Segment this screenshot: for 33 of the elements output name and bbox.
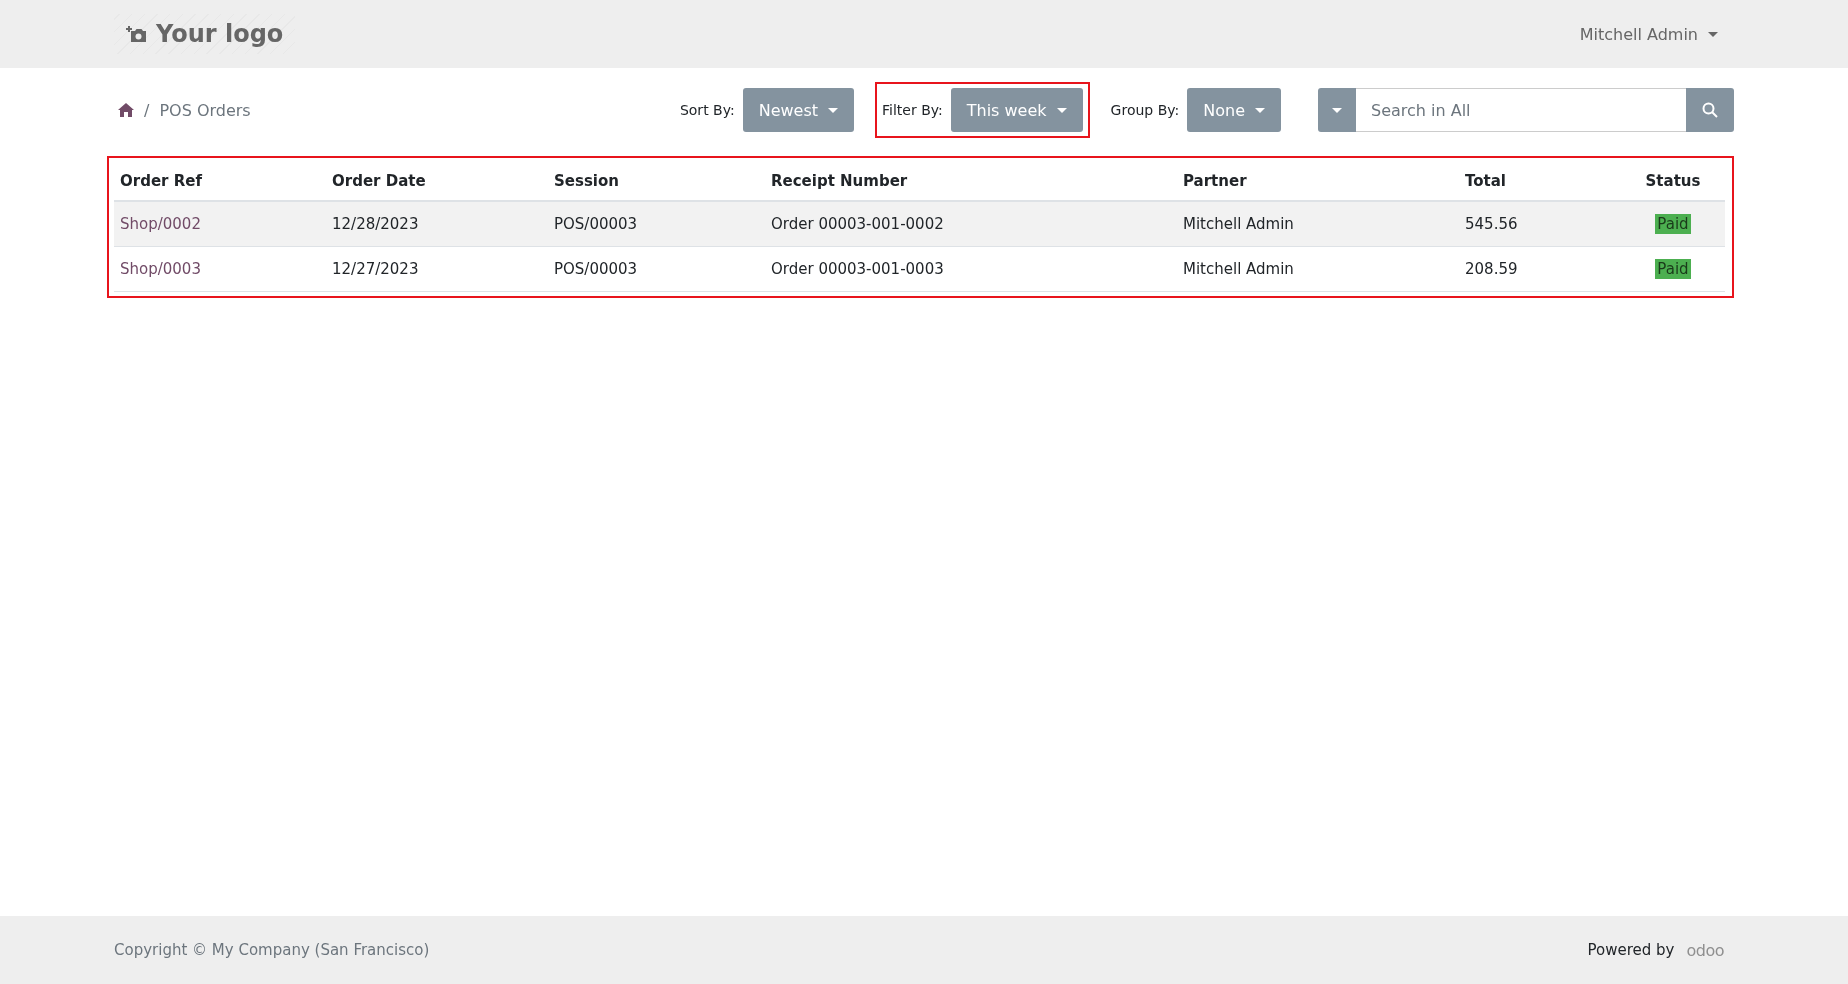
breadcrumb-separator: / <box>144 100 150 120</box>
search-field[interactable]: Search in All <box>1356 88 1686 132</box>
home-icon[interactable] <box>118 103 134 117</box>
logo-link[interactable]: Your logo <box>114 14 296 54</box>
breadcrumb-item: POS Orders <box>159 100 251 120</box>
table-cell: 12/27/2023 <box>332 260 419 278</box>
dropdown-button[interactable]: This week <box>950 88 1083 132</box>
dropdown-label: Group By: <box>1110 102 1180 118</box>
order-link[interactable]: Shop/0003 <box>120 260 201 278</box>
search-button[interactable] <box>1686 88 1734 132</box>
table-cell: Mitchell Admin <box>1183 215 1294 233</box>
order-link[interactable]: Shop/0002 <box>120 215 201 233</box>
status-badge: Paid <box>1655 214 1691 234</box>
dropdown-label: Sort By: <box>679 102 735 118</box>
dropdown-button[interactable]: Newest <box>742 88 855 132</box>
status-badge: Paid <box>1655 259 1691 279</box>
brand-logo[interactable]: odoo <box>1686 940 1724 960</box>
camera-icon <box>126 25 148 43</box>
copyright-text: Copyright © My Company (San Francisco) <box>114 941 430 959</box>
dropdown-label: Filter By: <box>882 102 943 118</box>
table-cell: Mitchell Admin <box>1183 260 1294 278</box>
search-filter-button[interactable] <box>1318 88 1356 132</box>
table-cell: POS/00003 <box>554 260 638 278</box>
table-cell: 12/28/2023 <box>332 215 419 233</box>
powered-by-text: Powered by <box>1587 941 1675 959</box>
user-menu[interactable]: Mitchell Admin <box>1579 24 1718 44</box>
table-cell: Order 00003-001-0002 <box>771 215 944 233</box>
table-cell: 208.59 <box>1465 260 1518 278</box>
table-cell: POS/00003 <box>554 215 638 233</box>
dropdown-button[interactable]: None <box>1187 88 1281 132</box>
search-icon <box>1702 102 1718 118</box>
table-cell: Order 00003-001-0003 <box>771 260 944 278</box>
table-cell: 545.56 <box>1465 215 1518 233</box>
